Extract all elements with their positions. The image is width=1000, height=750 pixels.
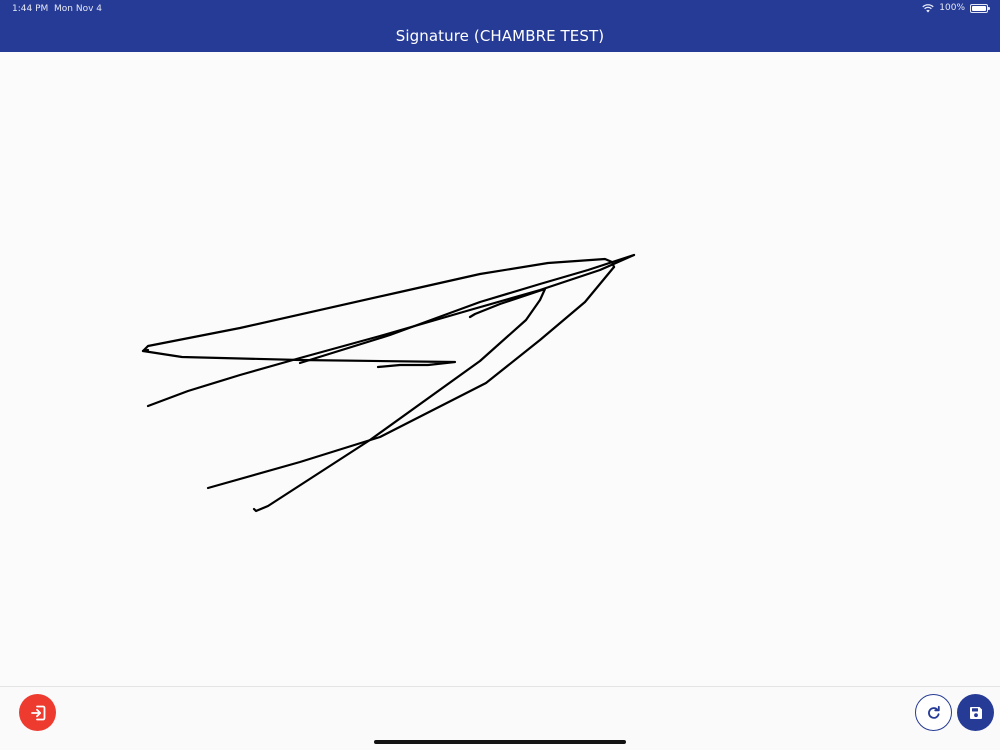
- signature-strokes: [141, 253, 636, 513]
- signature-canvas[interactable]: [0, 52, 1000, 686]
- sign-in-icon: [30, 705, 45, 720]
- floppy-disk-icon: [969, 706, 982, 719]
- refresh-button[interactable]: [915, 694, 952, 731]
- save-button[interactable]: [957, 694, 994, 731]
- signature-stroke: [206, 265, 616, 490]
- refresh-icon: [927, 705, 940, 719]
- signature-stroke: [252, 287, 547, 513]
- home-indicator: [374, 740, 626, 744]
- exit-button[interactable]: [19, 694, 56, 731]
- signature-stroke: [298, 253, 636, 365]
